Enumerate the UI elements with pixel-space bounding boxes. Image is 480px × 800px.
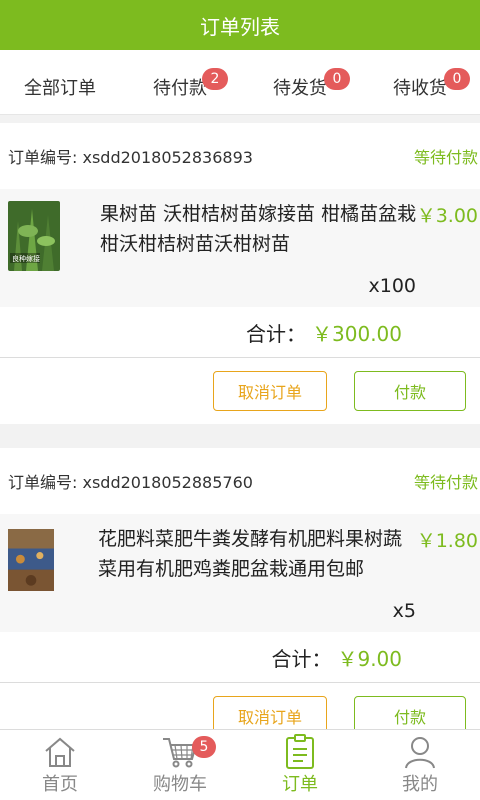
count-badge: 0 <box>444 68 470 90</box>
tab-label: 全部订单 <box>24 78 96 99</box>
order-header: 订单编号: xsdd2018052836893 等待付款 <box>0 123 480 189</box>
product-price: ￥1.80 <box>416 530 478 552</box>
tab-pending-payment[interactable]: 待付款 2 <box>120 50 240 114</box>
order-status: 等待付款 <box>413 473 478 492</box>
thumb-caption: 良种嫁接 <box>12 254 40 263</box>
pay-button[interactable]: 付款 <box>354 696 466 730</box>
order-actions: 取消订单 付款 <box>0 683 480 730</box>
order-card: 订单编号: xsdd2018052836893 等待付款 良种嫁接 果树苗 沃柑… <box>0 123 480 424</box>
product-row[interactable]: 花肥料菜肥牛粪发酵有机肥料果树蔬菜用有机肥鸡粪肥盆栽通用包邮 ￥1.80 x5 <box>0 514 480 632</box>
product-price: ￥3.00 <box>416 205 478 227</box>
order-card: 订单编号: xsdd2018052885760 等待付款 花肥料菜肥牛粪发酵有机… <box>0 448 480 730</box>
total-label: 合计： <box>246 321 307 346</box>
total-amount: ￥9.00 <box>337 646 402 671</box>
order-actions: 取消订单 付款 <box>0 358 480 424</box>
product-thumbnail <box>8 529 54 591</box>
bottom-navigation: 首页 购物车 5 订单 我的 <box>0 729 480 800</box>
nav-label: 首页 <box>42 774 78 795</box>
cancel-order-button[interactable]: 取消订单 <box>213 371 327 411</box>
nav-cart[interactable]: 购物车 5 <box>120 730 240 800</box>
order-total: 合计： ￥300.00 <box>0 307 480 358</box>
pay-button[interactable]: 付款 <box>354 371 466 411</box>
nav-profile[interactable]: 我的 <box>360 730 480 800</box>
product-row[interactable]: 良种嫁接 果树苗 沃柑桔树苗嫁接苗 柑橘苗盆栽柑沃柑桔树苗沃柑树苗 ￥3.00 … <box>0 189 480 307</box>
user-icon <box>400 734 440 770</box>
nav-label: 购物车 <box>153 774 207 795</box>
tab-pending-shipment[interactable]: 待发货 0 <box>240 50 360 114</box>
order-number: 订单编号: xsdd2018052836893 <box>8 148 253 167</box>
product-name: 花肥料菜肥牛粪发酵有机肥料果树蔬菜用有机肥鸡粪肥盆栽通用包邮 <box>98 528 403 580</box>
product-quantity: x5 <box>392 600 416 622</box>
product-name: 果树苗 沃柑桔树苗嫁接苗 柑橘苗盆栽柑沃柑桔树苗沃柑树苗 <box>100 203 417 255</box>
page-header: 订单列表 <box>0 0 480 50</box>
count-badge: 0 <box>324 68 350 90</box>
order-number: 订单编号: xsdd2018052885760 <box>8 473 253 492</box>
nav-home[interactable]: 首页 <box>0 730 120 800</box>
cancel-order-button[interactable]: 取消订单 <box>213 696 327 730</box>
page-title: 订单列表 <box>200 14 280 39</box>
order-list[interactable]: 订单编号: xsdd2018052836893 等待付款 良种嫁接 果树苗 沃柑… <box>0 115 480 730</box>
order-header: 订单编号: xsdd2018052885760 等待付款 <box>0 448 480 514</box>
home-icon <box>40 734 80 770</box>
nav-orders[interactable]: 订单 <box>240 730 360 800</box>
order-tabs: 全部订单 待付款 2 待发货 0 待收货 0 <box>0 50 480 115</box>
order-icon <box>280 734 320 770</box>
order-status: 等待付款 <box>413 148 478 167</box>
order-total: 合计： ￥9.00 <box>0 632 480 683</box>
count-badge: 2 <box>202 68 228 90</box>
tab-label: 待发货 <box>273 78 327 99</box>
nav-label: 订单 <box>282 774 318 795</box>
total-label: 合计： <box>271 646 332 671</box>
tab-pending-receipt[interactable]: 待收货 0 <box>360 50 480 114</box>
nav-label: 我的 <box>402 774 438 795</box>
cart-count-badge: 5 <box>192 736 216 758</box>
tab-label: 待收货 <box>393 78 447 99</box>
tab-all-orders[interactable]: 全部订单 <box>0 50 120 114</box>
product-thumbnail: 良种嫁接 <box>8 201 60 271</box>
total-amount: ￥300.00 <box>312 321 402 346</box>
tab-label: 待付款 <box>153 78 207 99</box>
product-quantity: x100 <box>368 275 416 297</box>
